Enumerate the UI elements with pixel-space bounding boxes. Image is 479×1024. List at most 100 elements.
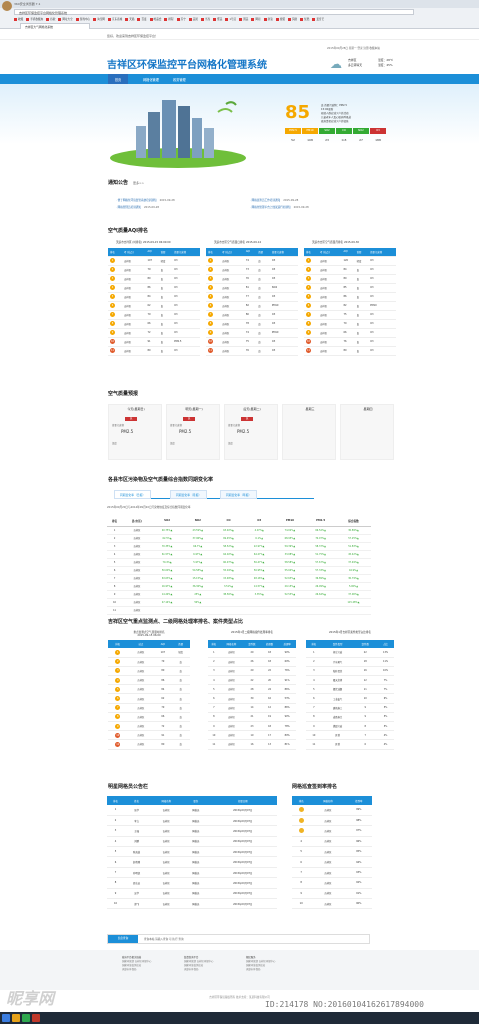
table-row[interactable]: 7 孙明凯 吉祥区 网格员 2015年09月07日 — [107, 867, 277, 879]
table-row[interactable]: 8 道路扬尘 9 5% — [306, 712, 394, 723]
favorite-item[interactable]: 百度 — [137, 16, 147, 22]
table-row[interactable]: 1 吉祥区 107 轻度 O3 — [108, 256, 200, 266]
favorite-item[interactable]: 游戏中心 — [75, 16, 90, 22]
site-logo[interactable]: 吉祥区环保监控平台网格化管理系统 — [107, 56, 267, 71]
tab-daily[interactable]: 同期变化率（日报） — [114, 490, 152, 499]
table-row[interactable]: 6 吉祥区 50.00%▲ 54.58%▲ 55.04%▲ 56.95%▲ 55.04%▲ 5… — [107, 566, 371, 575]
tab-yearly[interactable]: 同期变化率（年报） — [220, 490, 258, 499]
favorite-item[interactable]: 新浪 — [263, 16, 273, 22]
table-row[interactable]: 2 汽车尾气 18 11% — [306, 657, 394, 667]
favorite-item[interactable]: 天猫 — [125, 16, 134, 22]
favorite-item[interactable]: 1号店 — [225, 16, 236, 22]
nav-gov[interactable]: 政务管理 — [173, 77, 186, 82]
table-row[interactable]: 8 吉祥区 92% — [292, 877, 372, 889]
table-row[interactable]: 10 吉祥区 90% — [292, 898, 372, 910]
table-row[interactable]: 6 吉祥区 82 良 PM10 — [304, 301, 396, 311]
table-row[interactable]: 7 吉祥区 79 良 — [108, 703, 190, 713]
table-row[interactable]: 5 吉祥区 84 良 O3 — [108, 292, 200, 302]
table-row[interactable]: 4 吉祥区 22 20 91% — [208, 675, 296, 686]
notice-more-link[interactable]: 更多>> — [133, 181, 144, 185]
table-row[interactable]: 5 陈海波 吉祥区 网格员 2015年09月07日 — [107, 846, 277, 858]
table-row[interactable]: 5 餐饮油烟 11 7% — [306, 684, 394, 695]
favorite-item[interactable]: 淘宝网 — [93, 16, 105, 22]
table-row[interactable]: 6 工业废气 10 6% — [306, 693, 394, 704]
favorite-item[interactable]: 国美 — [239, 16, 248, 22]
table-row[interactable]: 7 吉祥区 93% — [292, 867, 372, 879]
favorite-item[interactable]: 手机收藏夹 — [26, 16, 43, 22]
table-row[interactable]: 3 吉祥区 80 良 — [108, 666, 190, 677]
table-row[interactable]: 10 吉祥区 47.14%▲ 50%▲ 115.28%▲ — [107, 598, 371, 607]
table-row[interactable]: 9 吉祥区 66 良 O3 — [304, 328, 396, 338]
table-row[interactable]: 3 王强 吉祥区 网格员 2015年09月07日 — [107, 825, 277, 837]
table-row[interactable]: 6 赵晓刚 吉祥区 网格员 2015年09月07日 — [107, 856, 277, 868]
table-row[interactable]: 2 吉祥区 73 良 O3 — [206, 265, 298, 275]
table-row[interactable]: 10 吉祥区 19 17 89% — [208, 730, 296, 741]
favorite-item[interactable]: 收藏 — [14, 16, 23, 22]
table-row[interactable]: 11 吉祥区 80 良 — [108, 739, 190, 750]
favorite-item[interactable]: 爱奇艺 — [312, 16, 324, 22]
table-row[interactable]: 5 吉祥区 86 良 O3 — [304, 292, 396, 302]
table-row[interactable]: 3吉祥区97% — [292, 825, 372, 837]
favorite-item[interactable]: 网址大全 — [58, 16, 73, 22]
table-row[interactable]: 11 吉祥区 16 13 81% — [208, 739, 296, 750]
notice-item[interactable]: · 网格管理员培训通知 2015-09-28 — [116, 205, 159, 209]
table-row[interactable]: 1 吉祥区 74 良 O3 — [206, 256, 298, 266]
table-row[interactable]: 4 吉祥区 86 良 O3 — [108, 283, 200, 293]
table-row[interactable]: 4 吉祥区 96% — [292, 836, 372, 848]
footer-link[interactable]: 天庭市环保局 — [122, 968, 151, 972]
table-row[interactable]: 11 吉祥区 80 良 O3 — [108, 346, 200, 356]
favorite-item[interactable]: 凤凰 — [287, 16, 297, 22]
table-row[interactable]: 5 吉祥区 77 良 O3 — [206, 292, 298, 302]
table-row[interactable]: 10 吉祥区 76 良 O3 — [304, 337, 396, 347]
table-row[interactable]: 11 其他 6 4% — [306, 739, 394, 750]
table-row[interactable]: 2 吉祥区 26 18 69% — [208, 657, 296, 667]
notice-item[interactable]: · 网格化管理平台上线试运行的通知 2015-09-28 — [250, 205, 309, 209]
table-row[interactable]: 8 吉祥区 66 良 O3 — [108, 319, 200, 329]
table-row[interactable]: 6 吉祥区 94% — [292, 856, 372, 868]
favorite-item[interactable]: 京东商城 — [107, 16, 122, 22]
start-icon[interactable] — [2, 1014, 10, 1022]
table-row[interactable]: 6 吉祥区 62 良 O3 — [108, 301, 200, 311]
favorite-item[interactable]: 搜狐 — [275, 16, 285, 22]
table-row[interactable]: 6 吉祥区 82 良 PM10 — [206, 301, 298, 311]
table-row[interactable]: 3 吉祥区 80 良 O3 — [108, 274, 200, 284]
search-input[interactable]: 查询本站 请输入查询 可 执行 查询 — [144, 937, 184, 941]
table-row[interactable]: 2 吉祥区 84 良 O3 — [304, 265, 396, 275]
favorite-item[interactable]: 美团 — [188, 16, 198, 22]
table-row[interactable]: 10 吉祥区 91 良 — [108, 730, 190, 741]
table-row[interactable]: 5 吉祥区 95% — [292, 846, 372, 858]
favorite-item[interactable]: 谷歌 — [46, 16, 55, 22]
table-row[interactable]: 8 吉祥区 70 良 O3 — [304, 319, 396, 329]
table-row[interactable]: 7 吉祥区 63.03%▲ 15.15%▲ 15.48%▲ 48.16%▲ 52.63%▲ 3… — [107, 574, 371, 583]
table-row[interactable]: 2 吉祥区 62.5%▲ 37.96%▲ 69.45%▲ 6.1%▲ 68.95%▲ 70.0… — [107, 534, 371, 543]
table-row[interactable]: 6 吉祥区 62 良 — [108, 693, 190, 704]
table-row[interactable]: 1 张华 吉祥区 网格员 2015年09月07日 — [107, 805, 277, 816]
table-row[interactable]: 1 吉祥区 20 18 90% — [208, 648, 296, 658]
table-row[interactable]: 3 吉祥区 76 良 O3 — [206, 274, 298, 284]
table-row[interactable]: 2 李立 吉祥区 网格员 2015年09月07日 — [107, 815, 277, 827]
table-row[interactable]: 7 吉祥区 79 良 O3 — [108, 310, 200, 320]
table-row[interactable]: 4 吉祥区 61.57%▲ 6.97%▲ 64.02%▲ 64.27%▲ 33.08%▲ 51… — [107, 550, 371, 559]
table-row[interactable]: 4 吉祥区 86 良 — [108, 675, 190, 686]
footer-link[interactable]: 天庭市环保局 — [246, 968, 275, 972]
table-row[interactable]: 7 建筑施工 9 5% — [306, 703, 394, 713]
folder-icon[interactable] — [12, 1014, 20, 1022]
table-row[interactable]: 9 吉祥区 74 良 PM10 — [206, 328, 298, 338]
table-row[interactable]: 11 吉祥区 76 良 O3 — [206, 346, 298, 356]
table-row[interactable]: 8 吉祥区 21 19 90% — [208, 712, 296, 723]
table-row[interactable]: 9 燃煤污染 8 5% — [306, 721, 394, 732]
table-row[interactable]: 3 吉祥区 80 良 O3 — [304, 274, 396, 284]
table-row[interactable]: 1 吉祥区 107 轻度 — [108, 648, 190, 658]
favorite-item[interactable]: 优酷 — [300, 16, 309, 22]
table-row[interactable]: 9 吉祥区 14.29%▲ 25%▲ 38.56%▲ 3.35%▲ 52.53%▲ 26.64… — [107, 590, 371, 599]
table-row[interactable]: 3 吉祥区 29 22 76% — [208, 666, 296, 677]
table-row[interactable]: 1吉祥区99% — [292, 805, 372, 816]
table-row[interactable]: 8 吉祥区 16.97%▲ 36.36%▲ 3.51%▲ 14.57%▲ 20.15%▲ 26… — [107, 582, 371, 591]
favorite-item[interactable]: 聚美 — [213, 16, 222, 22]
table-row[interactable]: 10 郑飞 吉祥区 网格员 2015年09月07日 — [107, 898, 277, 910]
favorite-item[interactable]: 网易 — [251, 16, 261, 22]
search-button[interactable]: 信息查询 — [108, 935, 138, 943]
table-row[interactable]: 9 吴华 吉祥区 网格员 2015年09月07日 — [107, 888, 277, 900]
table-row[interactable]: 8 吉祥区 78 良 O3 — [206, 319, 298, 329]
table-row[interactable]: 9 吉祥区 91% — [292, 888, 372, 900]
